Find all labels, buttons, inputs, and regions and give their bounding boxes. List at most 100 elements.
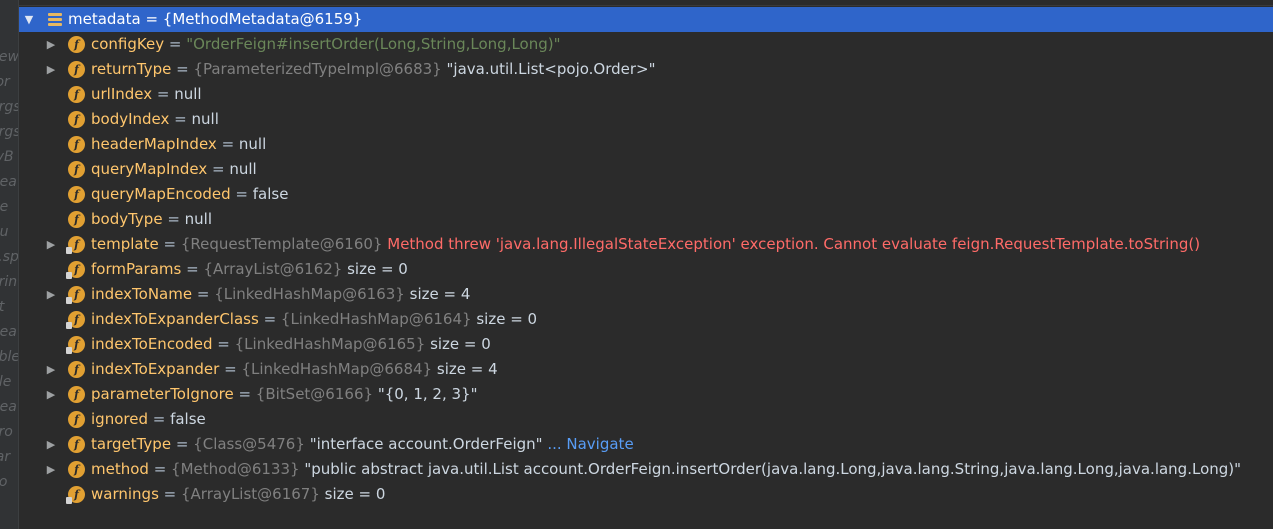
object-reference: {ArrayList@6167} <box>181 485 320 503</box>
field-name: urlIndex <box>91 85 153 103</box>
field-icon: f <box>68 386 85 403</box>
field-entry: formParams = {ArrayList@6162} size = 0 <box>91 260 408 278</box>
chevron-down-icon[interactable]: ▼ <box>22 7 36 32</box>
gutter-fragment: (or <box>0 74 10 90</box>
field-icon: f <box>68 111 85 128</box>
tree-row-returnType[interactable]: ▶ f returnType = {ParameterizedTypeImpl@66… <box>19 57 1273 82</box>
field-value: "OrderFeign#insertOrder(Long,String,Long… <box>186 35 561 53</box>
final-field-icon: f <box>66 486 85 504</box>
field-value: null <box>238 135 267 153</box>
object-reference: {ParameterizedTypeImpl@6683} <box>193 60 442 78</box>
chevron-right-icon[interactable]: ▶ <box>44 57 58 82</box>
field-icon: f <box>68 211 85 228</box>
gutter-fragment: ryB <box>0 149 14 165</box>
gutter-fragment: able <box>0 349 19 365</box>
field-entry: ignored = false <box>91 410 206 428</box>
tree-row-queryMapIndex[interactable]: f queryMapIndex = null <box>19 157 1273 182</box>
field-name: method <box>91 460 149 478</box>
field-name: bodyIndex <box>91 110 170 128</box>
object-reference: {ArrayList@6162} <box>203 260 343 278</box>
field-icon: f <box>68 86 85 103</box>
tree-row-parameterToIgnore[interactable]: ▶ f parameterToIgnore = {BitSet@6166} "{0,… <box>19 382 1273 407</box>
field-value: size = 4 <box>436 360 498 378</box>
field-entry: headerMapIndex = null <box>91 135 267 153</box>
tree-row-indexToExpander[interactable]: ▶ f indexToExpander = {LinkedHashMap@6684}… <box>19 357 1273 382</box>
variables-tree[interactable]: ▼ metadata = {MethodMetadata@6159} ▶ f con… <box>19 7 1273 507</box>
field-name: indexToExpander <box>91 360 220 378</box>
final-field-icon: f <box>66 261 85 279</box>
field-name: configKey <box>91 35 165 53</box>
tree-row-warnings[interactable]: f warnings = {ArrayList@6167} size = 0 <box>19 482 1273 507</box>
field-name: ignored <box>91 410 148 428</box>
gutter-fragment: orin <box>0 274 18 290</box>
field-entry: method = {Method@6133} "public abstract … <box>91 460 1242 478</box>
field-value: size = 0 <box>324 485 386 503</box>
chevron-right-icon[interactable]: ▶ <box>44 32 58 57</box>
field-value: null <box>174 85 202 103</box>
field-entry: targetType = {Class@5476} "interface acc… <box>91 435 634 453</box>
tree-row-bodyIndex[interactable]: f bodyIndex = null <box>19 107 1273 132</box>
tree-row-method[interactable]: ▶ f method = {Method@6133} "public abstrac… <box>19 457 1273 482</box>
tree-row-configKey[interactable]: ▶ f configKey = "OrderFeign#insertOrder(Lo… <box>19 32 1273 57</box>
navigate-link[interactable]: ... Navigate <box>543 435 633 453</box>
tree-row-formParams[interactable]: f formParams = {ArrayList@6162} size = 0 <box>19 257 1273 282</box>
tree-row-indexToName[interactable]: ▶ f indexToName = {LinkedHashMap@6163} siz… <box>19 282 1273 307</box>
field-value: "interface account.OrderFeign" <box>309 435 543 453</box>
chevron-right-icon[interactable]: ▶ <box>44 382 58 407</box>
field-entry: returnType = {ParameterizedTypeImpl@6683… <box>91 60 656 78</box>
field-name: warnings <box>91 485 159 503</box>
field-entry: template = {RequestTemplate@6160} Method… <box>91 235 1201 253</box>
object-reference: {LinkedHashMap@6163} <box>214 285 405 303</box>
tree-row-indexToExpanderClass[interactable]: f indexToExpanderClass = {LinkedHashMap@6… <box>19 307 1273 332</box>
field-icon: f <box>68 361 85 378</box>
gutter-fragment: args <box>0 99 19 115</box>
chevron-right-icon[interactable]: ▶ <box>44 457 58 482</box>
field-icon: f <box>68 461 85 478</box>
chevron-right-icon[interactable]: ▶ <box>44 232 58 257</box>
tree-row-ignored[interactable]: f ignored = false <box>19 407 1273 432</box>
object-reference: {LinkedHashMap@6684} <box>241 360 433 378</box>
object-reference: {RequestTemplate@6160} <box>180 235 383 253</box>
field-name: template <box>91 235 159 253</box>
tree-row-indexToEncoded[interactable]: f indexToEncoded = {LinkedHashMap@6165} s… <box>19 332 1273 357</box>
tree-row-bodyType[interactable]: f bodyType = null <box>19 207 1273 232</box>
gutter-fragment: args <box>0 124 19 140</box>
field-value: size = 0 <box>476 310 538 328</box>
object-reference: {LinkedHashMap@6164} <box>280 310 472 328</box>
field-value: size = 0 <box>347 260 408 278</box>
field-icon: f <box>68 436 85 453</box>
gutter-fragment: pt <box>0 295 18 320</box>
object-icon <box>48 13 62 26</box>
tree-row-headerMapIndex[interactable]: f headerMapIndex = null <box>19 132 1273 157</box>
tree-row-metadata[interactable]: ▼ metadata = {MethodMetadata@6159} <box>19 7 1273 32</box>
field-name: indexToExpanderClass <box>91 310 259 328</box>
field-name: formParams <box>91 260 182 278</box>
tree-row-urlIndex[interactable]: f urlIndex = null <box>19 82 1273 107</box>
field-value: null <box>184 210 213 228</box>
field-entry: queryMapIndex = null <box>91 160 257 178</box>
field-entry: warnings = {ArrayList@6167} size = 0 <box>91 485 386 503</box>
gutter-fragment: no <box>0 470 18 495</box>
tree-row-queryMapEncoded[interactable]: f queryMapEncoded = false <box>19 182 1273 207</box>
field-name: queryMapEncoded <box>91 185 231 203</box>
field-entry: queryMapEncoded = false <box>91 185 289 203</box>
gutter-fragment: Bea <box>0 399 17 415</box>
metadata-label: metadata = {MethodMetadata@6159} <box>68 10 363 28</box>
field-value: "java.util.List<pojo.Order>" <box>446 60 656 78</box>
gutter-fragment: Pro <box>0 424 13 440</box>
chevron-right-icon[interactable]: ▶ <box>44 282 58 307</box>
tree-row-template[interactable]: ▶ f template = {RequestTemplate@6160} Meth… <box>19 232 1273 257</box>
field-value: null <box>229 160 257 178</box>
chevron-right-icon[interactable]: ▶ <box>44 432 58 457</box>
final-field-icon: f <box>66 286 85 304</box>
field-entry: parameterToIgnore = {BitSet@6166} "{0, 1… <box>91 385 478 403</box>
field-entry: indexToExpander = {LinkedHashMap@6684} s… <box>91 360 498 378</box>
final-field-icon: f <box>66 336 85 354</box>
field-value: false <box>252 185 289 203</box>
final-field-icon: f <box>66 236 85 254</box>
tree-row-targetType[interactable]: ▶ f targetType = {Class@5476} "interface a… <box>19 432 1273 457</box>
field-name: queryMapIndex <box>91 160 208 178</box>
field-name: indexToName <box>91 285 193 303</box>
chevron-right-icon[interactable]: ▶ <box>44 357 58 382</box>
final-field-icon: f <box>66 311 85 329</box>
